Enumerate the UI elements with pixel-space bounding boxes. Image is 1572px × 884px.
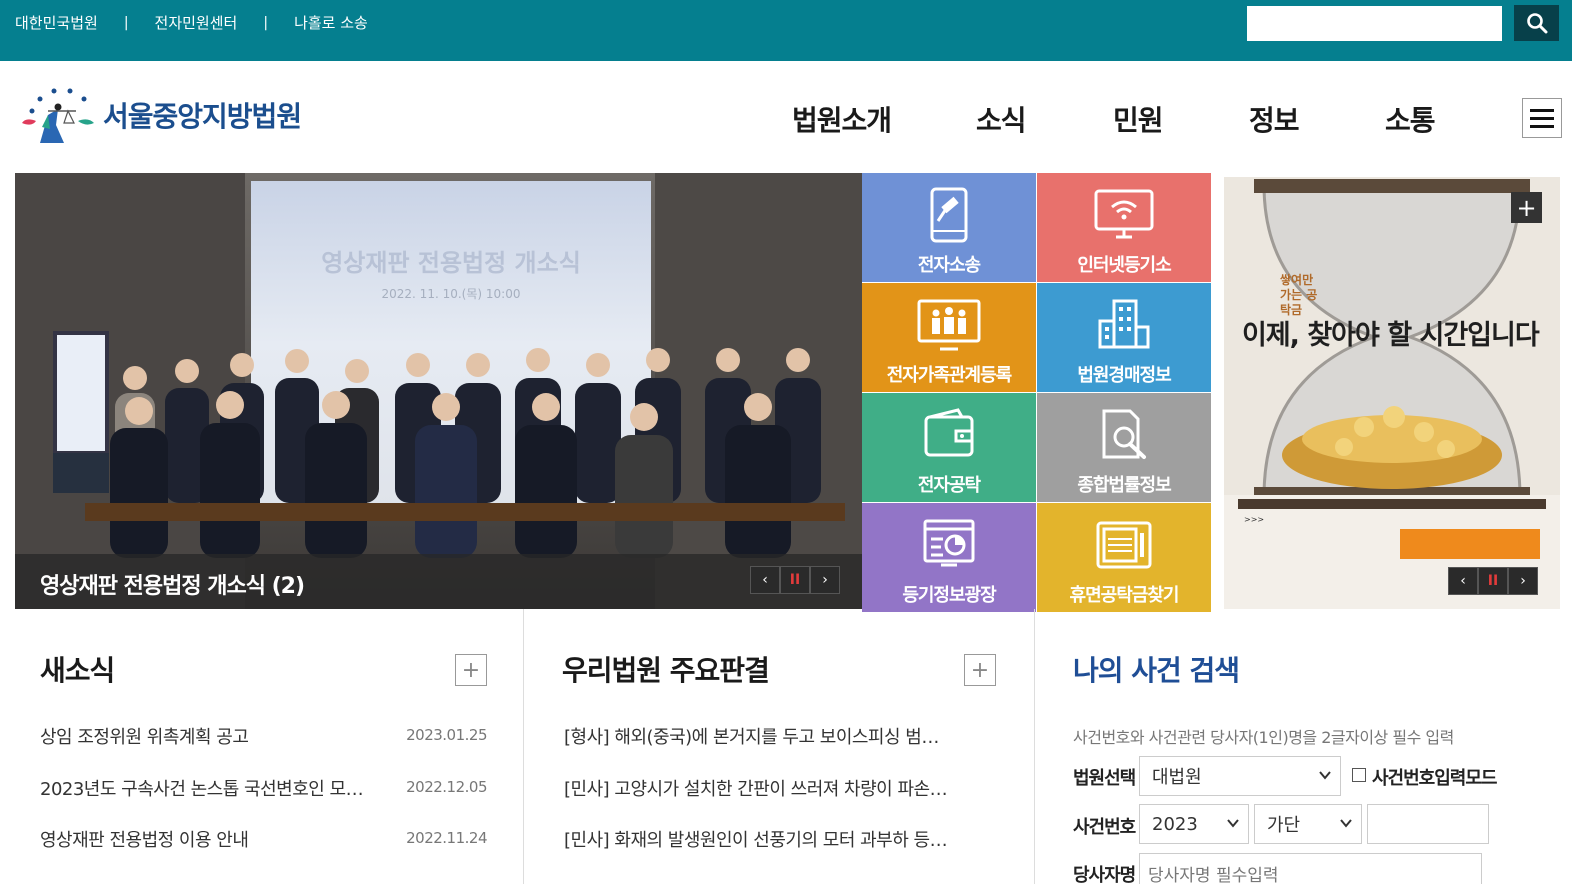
tile-e-deposit[interactable]: 전자공탁: [862, 393, 1036, 502]
hero-next-button[interactable]: ›: [810, 566, 840, 594]
nav-news[interactable]: 소식: [976, 99, 1027, 139]
poster-expand-button[interactable]: +: [1511, 192, 1542, 223]
case-number-input[interactable]: [1367, 804, 1489, 844]
tile-label: 전자공탁: [917, 475, 981, 496]
svg-text:>>>: >>>: [1244, 515, 1264, 524]
news-item-date: 2022.12.05: [406, 778, 487, 796]
case-search-title: 나의 사건 검색: [1073, 654, 1240, 687]
tile-label: 종합법률정보: [1077, 475, 1171, 496]
poster-tagline: 쌓여만 가는 공탁금: [1280, 273, 1318, 317]
hero-caption[interactable]: 영상재판 전용법정 개소식 (2): [40, 568, 305, 600]
building-icon: [1098, 299, 1150, 349]
party-name-input[interactable]: 당사자명 필수입력: [1139, 853, 1482, 884]
nav-about[interactable]: 법원소개: [792, 99, 892, 139]
safe-icon: [1096, 521, 1152, 569]
tile-label: 등기정보광장: [902, 585, 996, 606]
screen-title: 영상재판 전용법정 개소식: [321, 249, 581, 277]
chevron-down-icon: [1340, 819, 1352, 828]
tile-e-litigation[interactable]: 전자소송: [862, 173, 1036, 282]
family-icon: [917, 299, 981, 351]
news-item-date: 2023.01.25: [406, 726, 487, 744]
case-number-label: 사건번호: [1073, 817, 1136, 838]
tile-e-family-registration[interactable]: 전자가족관계등록: [862, 283, 1036, 392]
search-button[interactable]: [1514, 5, 1559, 41]
hero-prev-button[interactable]: ‹: [750, 566, 780, 594]
court-select[interactable]: 대법원: [1139, 756, 1341, 796]
search-icon: [1526, 13, 1547, 34]
hero-slider[interactable]: 영상재판 전용법정 개소식 2022. 11. 10.(목) 10:00 영상재…: [15, 173, 862, 609]
year-select-value: 2023: [1152, 813, 1198, 835]
chart-board-icon: [923, 519, 975, 567]
header: 서울중앙지방법원 법원소개 소식 민원 정보 소통: [0, 61, 1572, 173]
judgments-section: 우리법원 주요판결 + [형사] 해외(중국)에 본거지를 두고 보이스피싱 범…: [524, 609, 1035, 884]
chevron-down-icon: [1227, 819, 1239, 828]
tile-court-auction[interactable]: 법원경매정보: [1037, 283, 1211, 392]
tile-legal-info[interactable]: 종합법률정보: [1037, 393, 1211, 502]
hero-controls: ‹ II ›: [750, 566, 840, 594]
link-supreme-court[interactable]: 대한민국법원: [15, 12, 98, 33]
case-search-description: 사건번호와 사건관련 당사자(1인)명을 2글자이상 필수 입력: [1073, 728, 1454, 747]
document-search-icon: [1102, 409, 1146, 459]
list-item[interactable]: [민사] 화재의 발생원인이 선풍기의 모터 과부하 등으로 인한 사건: [564, 826, 954, 852]
screen-date: 2022. 11. 10.(목) 10:00: [382, 287, 521, 301]
tile-label: 휴면공탁금찾기: [1069, 585, 1180, 606]
search-input[interactable]: [1247, 6, 1502, 41]
poster-controls: ‹ II ›: [1448, 567, 1538, 595]
quick-service-tiles: 전자소송 인터넷등기소 전자가족관계등록 법원경매정보 전자공탁 종합법률정보 …: [862, 173, 1211, 612]
case-type-select[interactable]: 가단: [1254, 804, 1362, 844]
hourglass-illustration: >>>: [1224, 179, 1560, 609]
year-select[interactable]: 2023: [1139, 804, 1249, 844]
poster-headline: 이제, 찾아야 할 시간입니다: [1242, 320, 1540, 351]
tile-label: 인터넷등기소: [1077, 255, 1171, 276]
court-select-value: 대법원: [1152, 767, 1202, 788]
tile-label: 법원경매정보: [1077, 365, 1171, 386]
hamburger-icon: [1530, 108, 1554, 112]
news-section: 새소식 + 상임 조정위원 위촉계획 공고 2023.01.25 2023년도 …: [0, 609, 524, 884]
list-item[interactable]: [민사] 고양시가 설치한 간판이 쓰러져 차량이 파손된 사건: [564, 775, 954, 801]
link-self-litigation[interactable]: 나홀로 소송: [294, 12, 368, 33]
menu-button[interactable]: [1522, 98, 1562, 138]
case-mode-checkbox[interactable]: [1352, 768, 1366, 782]
news-item-title[interactable]: 상임 조정위원 위촉계획 공고: [40, 723, 370, 749]
court-emblem-icon[interactable]: [18, 81, 98, 153]
chevron-down-icon: [1319, 771, 1331, 780]
hero-photo: 영상재판 전용법정 개소식 2022. 11. 10.(목) 10:00: [15, 173, 862, 609]
news-title: 새소식: [40, 654, 115, 687]
hero-pause-button[interactable]: II: [780, 566, 810, 594]
separator: |: [123, 14, 129, 31]
party-name-label: 당사자명: [1073, 865, 1136, 884]
nav-petition[interactable]: 민원: [1113, 99, 1164, 139]
court-name[interactable]: 서울중앙지방법원: [103, 95, 302, 135]
tile-registry-plaza[interactable]: 등기정보광장: [862, 503, 1036, 612]
tablet-gavel-icon: [930, 187, 968, 243]
tile-label: 전자소송: [917, 255, 981, 276]
poster-prev-button[interactable]: ‹: [1448, 567, 1478, 595]
court-select-label: 법원선택: [1073, 768, 1136, 789]
nav-communication[interactable]: 소통: [1385, 99, 1436, 139]
list-item[interactable]: [형사] 해외(중국)에 본거지를 두고 보이스피싱 범죄단체를 조직한 사건: [564, 723, 954, 749]
nav-info[interactable]: 정보: [1249, 99, 1300, 139]
separator: |: [263, 14, 269, 31]
news-item-date: 2022.11.24: [406, 829, 487, 847]
case-search-section: 나의 사건 검색 사건번호와 사건관련 당사자(1인)명을 2글자이상 필수 입…: [1035, 609, 1572, 884]
poster-next-button[interactable]: ›: [1508, 567, 1538, 595]
notice-banner[interactable]: >>> 쌓여만 가는 공탁금 이제, 찾아야 할 시간입니다 + ‹ II ›: [1224, 177, 1560, 609]
tile-label: 전자가족관계등록: [886, 365, 1012, 386]
tile-internet-registry[interactable]: 인터넷등기소: [1037, 173, 1211, 282]
news-item-title[interactable]: 영상재판 전용법정 이용 안내: [40, 826, 370, 852]
poster-pause-button[interactable]: II: [1478, 567, 1508, 595]
news-item-title[interactable]: 2023년도 구속사건 논스톱 국선변호인 모집 공고: [40, 775, 370, 801]
case-type-select-value: 가단: [1267, 815, 1301, 836]
judgments-more-button[interactable]: +: [964, 654, 996, 686]
top-bar: 대한민국법원 | 전자민원센터 | 나홀로 소송: [0, 0, 1572, 61]
link-e-petition[interactable]: 전자민원센터: [155, 12, 238, 33]
case-mode-label[interactable]: 사건번호입력모드: [1372, 764, 1497, 790]
wallet-icon: [924, 408, 974, 457]
tile-dormant-deposit[interactable]: 휴면공탁금찾기: [1037, 503, 1211, 612]
judgments-title: 우리법원 주요판결: [562, 654, 770, 687]
top-links: 대한민국법원 | 전자민원센터 | 나홀로 소송: [15, 12, 368, 33]
news-more-button[interactable]: +: [455, 654, 487, 686]
monitor-wifi-icon: [1094, 189, 1154, 239]
